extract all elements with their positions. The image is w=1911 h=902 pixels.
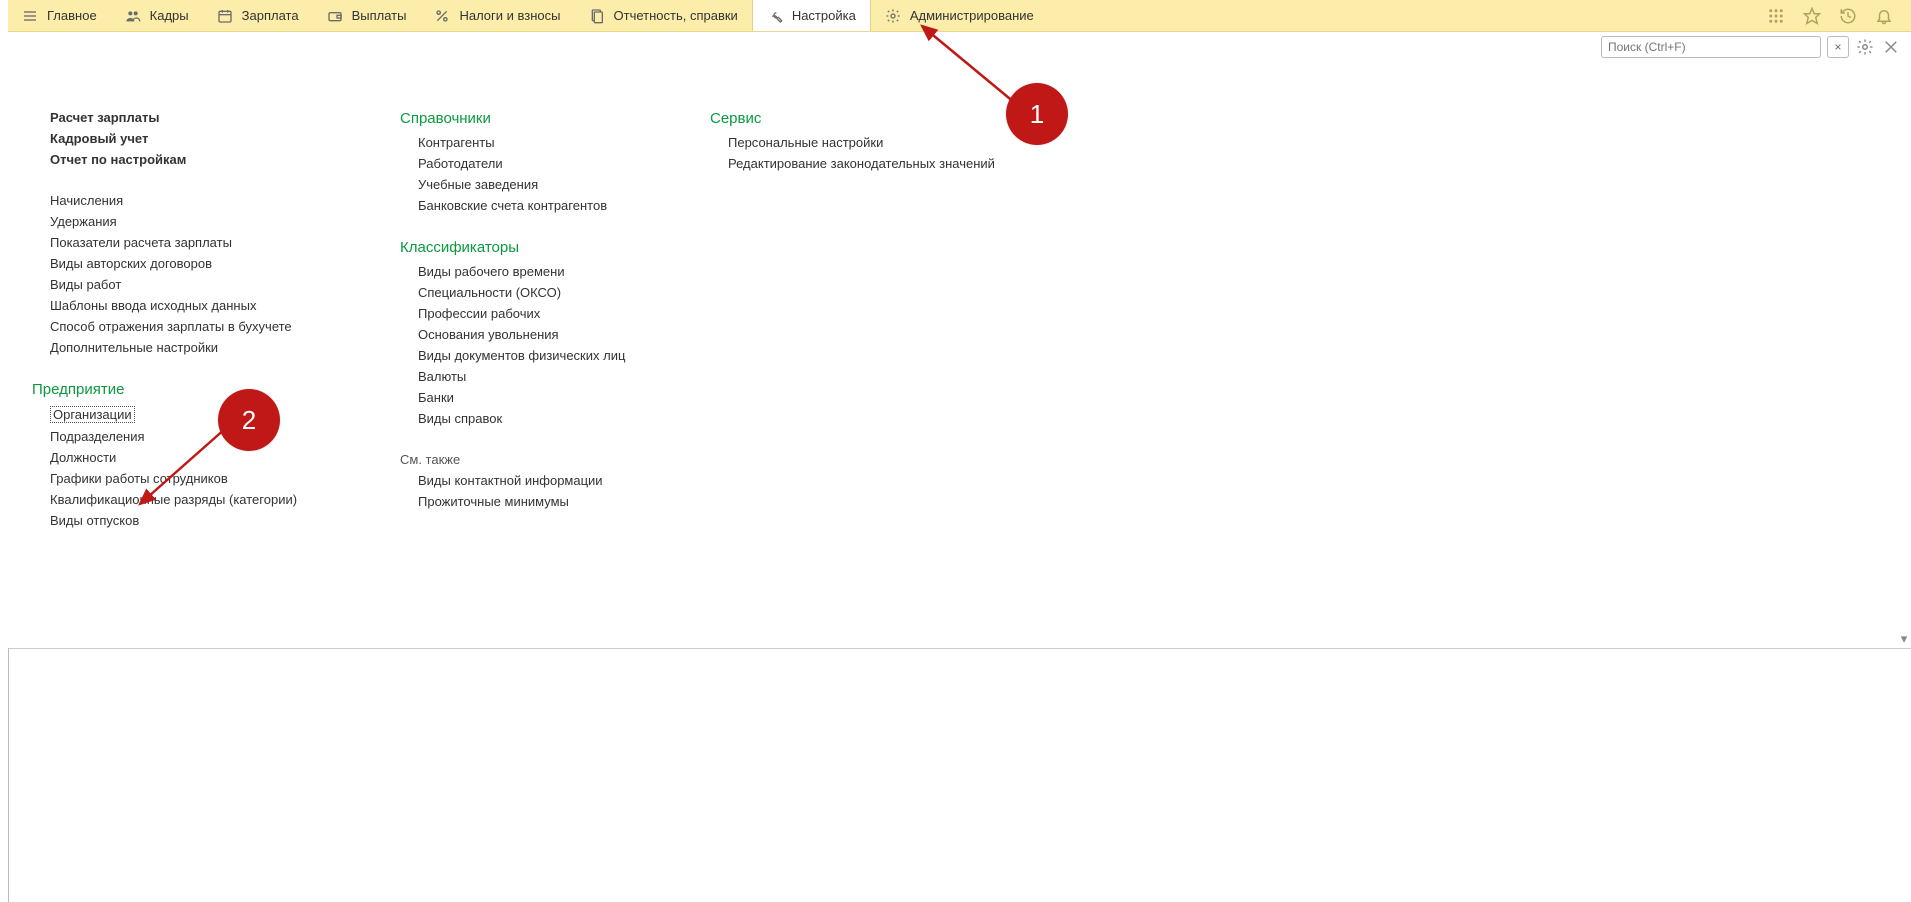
gear-icon [885,8,901,24]
link-schools[interactable]: Учебные заведения [418,177,650,192]
menu-icon [22,8,38,24]
nav-tab-reports[interactable]: Отчетность, справки [575,0,752,31]
section-heading-classifiers: Классификаторы [400,239,650,256]
section-heading-service: Сервис [710,110,995,127]
link-work-schedules[interactable]: Графики работы сотрудников [50,471,340,486]
link-author-contract-types[interactable]: Виды авторских договоров [50,256,340,271]
link-subdivisions[interactable]: Подразделения [50,429,340,444]
link-positions[interactable]: Должности [50,450,340,465]
link-working-time-types[interactable]: Виды рабочего времени [418,264,650,279]
link-contractor-bank-accounts[interactable]: Банковские счета контрагентов [418,198,650,213]
link-banks[interactable]: Банки [418,390,650,405]
apps-icon[interactable] [1767,7,1785,25]
nav-tab-settings[interactable]: Настройка [752,0,871,31]
link-settings-report[interactable]: Отчет по настройкам [50,152,340,167]
panel-toolbar: × [8,32,1911,62]
people-icon [125,8,141,24]
link-living-wages[interactable]: Прожиточные минимумы [418,494,650,509]
nav-tab-hr[interactable]: Кадры [111,0,203,31]
left-border [8,648,9,902]
wrench-icon [767,8,783,24]
nav-tab-admin[interactable]: Администрирование [871,0,1048,31]
calendar-icon [217,8,233,24]
link-edit-legislative-values[interactable]: Редактирование законодательных значений [728,156,995,171]
document-icon [589,8,605,24]
column-catalogs: Справочники Контрагенты Работодатели Уче… [400,110,650,515]
nav-tab-label: Администрирование [910,8,1034,23]
link-work-types[interactable]: Виды работ [50,277,340,292]
link-worker-professions[interactable]: Профессии рабочих [418,306,650,321]
column-general: Расчет зарплаты Кадровый учет Отчет по н… [50,110,340,534]
link-dismissal-reasons[interactable]: Основания увольнения [418,327,650,342]
link-currencies[interactable]: Валюты [418,369,650,384]
nav-tab-taxes[interactable]: Налоги и взносы [420,0,574,31]
link-salary-indicators[interactable]: Показатели расчета зарплаты [50,235,340,250]
section-heading-catalogs: Справочники [400,110,650,127]
nav-tab-label: Налоги и взносы [459,8,560,23]
top-navigation: Главное Кадры Зарплата Выплаты Налоги и … [8,0,1911,32]
nav-tab-main[interactable]: Главное [8,0,111,31]
nav-tab-label: Настройка [792,8,856,23]
history-icon[interactable] [1839,7,1857,25]
bell-icon[interactable] [1875,7,1893,25]
link-qualification-ranks[interactable]: Квалификационные разряды (категории) [50,492,340,507]
panel-divider [8,648,1911,649]
link-salary-reflection[interactable]: Способ отражения зарплаты в бухучете [50,319,340,334]
link-hr-records[interactable]: Кадровый учет [50,131,340,146]
search-clear-button[interactable]: × [1827,36,1849,58]
link-personal-settings[interactable]: Персональные настройки [728,135,995,150]
nav-tab-label: Отчетность, справки [614,8,738,23]
link-reference-types[interactable]: Виды справок [418,411,650,426]
percent-icon [434,8,450,24]
link-contractors[interactable]: Контрагенты [418,135,650,150]
wallet-icon [327,8,343,24]
link-salary-calc[interactable]: Расчет зарплаты [50,110,340,125]
section-heading-enterprise: Предприятие [32,381,340,398]
nav-tab-payments[interactable]: Выплаты [313,0,421,31]
search-input[interactable] [1601,36,1821,58]
panel-settings-gear-icon[interactable] [1855,37,1875,57]
nav-tab-label: Выплаты [352,8,407,23]
link-organizations[interactable]: Организации [50,406,135,423]
settings-subsections-panel: Расчет зарплаты Кадровый учет Отчет по н… [8,62,1911,622]
column-service: Сервис Персональные настройки Редактиров… [710,110,995,177]
link-person-document-types[interactable]: Виды документов физических лиц [418,348,650,363]
section-heading-see-also: См. также [400,452,650,467]
nav-tab-salary[interactable]: Зарплата [203,0,313,31]
link-employers[interactable]: Работодатели [418,156,650,171]
link-contact-info-types[interactable]: Виды контактной информации [418,473,650,488]
nav-tab-label: Зарплата [242,8,299,23]
annotation-marker-1: 1 [1006,83,1068,145]
topbar-right-actions [1767,0,1911,31]
nav-tab-label: Кадры [150,8,189,23]
star-icon[interactable] [1803,7,1821,25]
link-additional-settings[interactable]: Дополнительные настройки [50,340,340,355]
link-leave-types[interactable]: Виды отпусков [50,513,340,528]
link-specialties-okso[interactable]: Специальности (ОКСО) [418,285,650,300]
link-accruals[interactable]: Начисления [50,193,340,208]
link-deductions[interactable]: Удержания [50,214,340,229]
scroll-caret-down-icon[interactable]: ▾ [1897,632,1911,646]
nav-tab-label: Главное [47,8,97,23]
link-input-templates[interactable]: Шаблоны ввода исходных данных [50,298,340,313]
close-icon[interactable] [1881,37,1901,57]
annotation-marker-2: 2 [218,389,280,451]
